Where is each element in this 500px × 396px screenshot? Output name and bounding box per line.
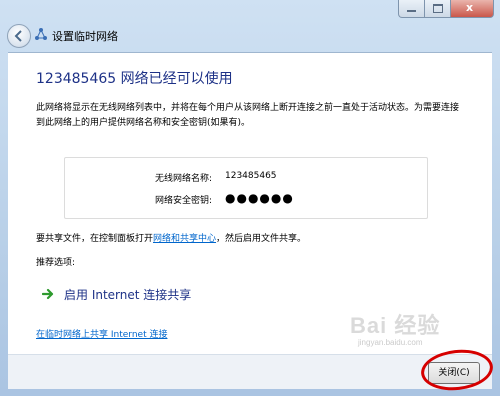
back-arrow-icon xyxy=(14,30,22,42)
window-frame: 设置临时网络 x 123485465 网络已经可以使用 此网络将显示在无线网络列… xyxy=(0,0,500,396)
close-icon: x xyxy=(466,1,474,14)
network-icon xyxy=(35,28,47,40)
window-close-button[interactable]: x xyxy=(451,0,494,18)
share-instructions: 要共享文件，在控制面板打开网络和共享中心，然后启用文件共享。 xyxy=(36,231,306,244)
minimize-button[interactable] xyxy=(398,0,425,18)
share-suffix: ，然后启用文件共享。 xyxy=(216,234,307,244)
back-button[interactable] xyxy=(7,24,31,48)
enable-ics-label: 启用 Internet 连接共享 xyxy=(64,287,192,302)
maximize-icon xyxy=(433,4,443,13)
dialog-title: 设置临时网络 xyxy=(52,30,118,43)
title-bar: 设置临时网络 x xyxy=(0,0,500,52)
share-prefix: 要共享文件，在控制面板打开 xyxy=(36,234,154,244)
network-name-label: 无线网络名称: xyxy=(155,174,213,184)
share-internet-link[interactable]: 在临时网络上共享 Internet 连接 xyxy=(36,327,167,340)
dialog-footer: 关闭(C) xyxy=(8,354,492,389)
network-sharing-center-link[interactable]: 网络和共享中心 xyxy=(153,234,216,244)
green-arrow-icon xyxy=(42,288,54,300)
security-key-label: 网络安全密钥: xyxy=(155,196,213,206)
network-name-value: 123485465 xyxy=(225,171,277,181)
recommended-label: 推荐选项: xyxy=(36,258,76,268)
description-text: 此网络将显示在无线网络列表中，并将在每个用户从该网络上断开连接之前一直处于活动状… xyxy=(36,103,460,128)
network-info-box: 无线网络名称: 123485465 网络安全密钥: ●●●●●● xyxy=(64,157,428,219)
baidu-watermark-logo: Bai 经验 xyxy=(350,313,441,338)
maximize-button[interactable] xyxy=(425,0,451,18)
security-key-value: ●●●●●● xyxy=(225,191,294,205)
caption-buttons: x xyxy=(398,0,494,18)
enable-ics-option[interactable]: 启用 Internet 连接共享 xyxy=(42,284,191,304)
page-heading: 123485465 网络已经可以使用 xyxy=(36,71,233,87)
minimize-icon xyxy=(407,10,416,12)
baidu-watermark-url: jingyan.baidu.com xyxy=(358,338,423,347)
